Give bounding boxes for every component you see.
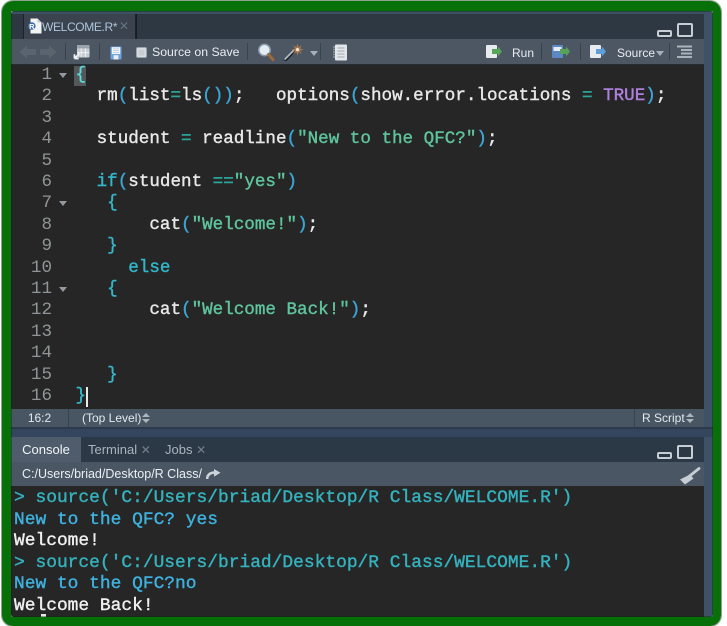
svg-text:R: R [29, 22, 35, 31]
